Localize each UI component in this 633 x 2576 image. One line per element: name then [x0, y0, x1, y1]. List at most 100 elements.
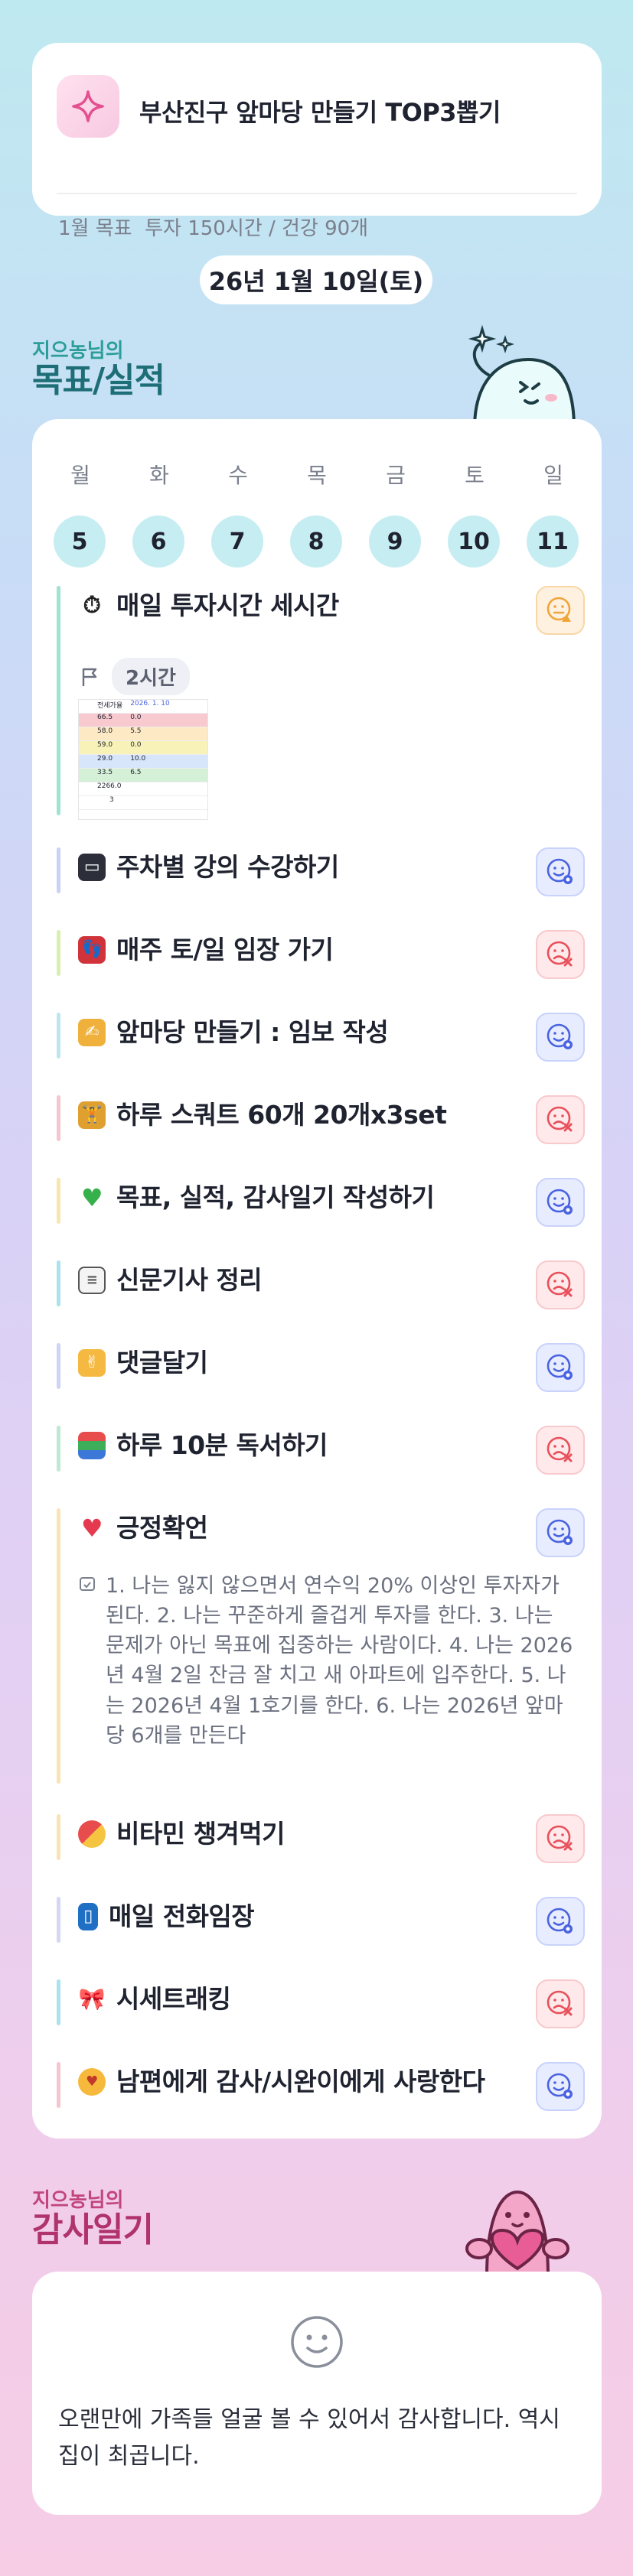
- smile-face-icon: [547, 1908, 573, 1934]
- newspaper-icon: ≡: [78, 1267, 106, 1294]
- task-item[interactable]: ⏱ 매일 투자시간 세시간 2시간 전세가율 2026. 1. 10 66.5 0.…: [57, 586, 585, 820]
- task-item[interactable]: 비타민 챙겨먹기: [57, 1814, 585, 1863]
- task-item[interactable]: ≡ 신문기사 정리: [57, 1260, 585, 1309]
- status-fail-button[interactable]: [536, 930, 585, 979]
- laptop-icon: ▭: [78, 854, 106, 881]
- task-item[interactable]: 하루 10분 독서하기: [57, 1426, 585, 1475]
- task-item[interactable]: 👣 매주 토/일 임장 가기: [57, 930, 585, 979]
- status-done-button[interactable]: [536, 2062, 585, 2111]
- task-label: 긍정확언: [116, 1513, 208, 1543]
- smile-face-icon: [547, 858, 573, 884]
- writing-hand-icon: ✍: [78, 1019, 106, 1046]
- sparkle-icon: [57, 75, 119, 138]
- task-item[interactable]: ▯ 매일 전화임장: [57, 1897, 585, 1946]
- status-fail-button[interactable]: [536, 1426, 585, 1475]
- smile-face-icon: [547, 1189, 573, 1215]
- task-label: 댓글달기: [116, 1348, 208, 1377]
- smile-face-icon: [547, 1519, 573, 1545]
- task-label-wrap: 🎀 시세트래킹: [78, 1979, 231, 2019]
- gratitude-text: 오랜만에 가족들 얼굴 볼 수 있어서 감사합니다. 역시 집이 최곱니다.: [58, 2406, 560, 2470]
- day-sun[interactable]: 일 11: [527, 459, 580, 568]
- sad-face-icon: [547, 1271, 573, 1297]
- task-bar: [57, 586, 60, 815]
- task-item[interactable]: 🏋 하루 스쿼트 60개 20개x3set: [57, 1095, 585, 1144]
- thumb-cell: 전세가율: [97, 702, 123, 710]
- status-done-button[interactable]: [536, 1013, 585, 1062]
- sad-face-icon: [547, 1436, 573, 1462]
- status-done-button[interactable]: [536, 1178, 585, 1227]
- task-item[interactable]: ♥ 남편에게 감사/시완이에게 사랑한다: [57, 2062, 585, 2111]
- weekday-label: 토: [465, 463, 485, 488]
- status-done-button[interactable]: [536, 1897, 585, 1946]
- weekday-label: 수: [228, 463, 248, 488]
- day-tue[interactable]: 화6: [132, 459, 186, 568]
- weekday-label: 화: [149, 463, 169, 488]
- pill-icon: [78, 1820, 106, 1848]
- monthly-goal-value: 투자 150시간 / 건강 90개: [145, 217, 369, 240]
- task-item[interactable]: ♥ 목표, 실적, 감사일기 작성하기: [57, 1178, 585, 1227]
- day-mon[interactable]: 월5: [54, 459, 107, 568]
- sad-face-icon: [547, 1825, 573, 1851]
- gratitude-owner: 지으농님의: [32, 2189, 124, 2212]
- gratitude-section-title: 지으농님의 감사일기: [32, 2184, 154, 2249]
- day-thu[interactable]: 목8: [290, 459, 344, 568]
- goals-title: 목표/실적: [32, 361, 165, 400]
- task-label: 비타민 챙겨먹기: [116, 1819, 286, 1849]
- squat-icon: 🏋: [78, 1101, 106, 1129]
- status-partial-button[interactable]: [536, 586, 585, 635]
- gratitude-card: 오랜만에 가족들 얼굴 볼 수 있어서 감사합니다. 역시 집이 최곱니다.: [32, 2272, 602, 2515]
- task-bar: [57, 847, 60, 893]
- weekday-label: 목: [307, 463, 327, 488]
- thumb-cell: 66.5: [97, 714, 113, 721]
- date-pill[interactable]: 26년 1월 10일(토): [200, 255, 432, 304]
- thumb-cell: 29.0: [97, 755, 113, 763]
- status-done-button[interactable]: [536, 847, 585, 896]
- task-item[interactable]: ♥ 긍정확언 1. 나는 잃지 않으면서 연수익 20% 이상인 투자자가 된다.…: [57, 1508, 585, 1784]
- red-heart-icon: ♥: [80, 1514, 103, 1543]
- footprints-icon: 👣: [78, 936, 106, 964]
- goals-section-title: 지으농님의 목표/실적: [32, 335, 165, 398]
- status-fail-button[interactable]: [536, 1095, 585, 1144]
- task-label: 매주 토/일 임장 가기: [116, 935, 334, 964]
- status-done-button[interactable]: [536, 1508, 585, 1557]
- task-bar: [57, 1178, 60, 1224]
- status-fail-button[interactable]: [536, 1979, 585, 2028]
- thumb-cell: 33.5: [97, 769, 113, 776]
- task-item[interactable]: ✌ 댓글달기: [57, 1343, 585, 1392]
- day-sat[interactable]: 토 10: [448, 459, 501, 568]
- thumb-cell: 3: [109, 796, 114, 804]
- status-fail-button[interactable]: [536, 1260, 585, 1309]
- task-label: 앞마당 만들기 : 임보 작성: [116, 1017, 389, 1047]
- day-wed[interactable]: 수7: [211, 459, 265, 568]
- thumb-cell: 6.5: [130, 769, 142, 776]
- day-number: 5: [54, 516, 106, 568]
- task-bar: [57, 1260, 60, 1306]
- task-item[interactable]: ✍ 앞마당 만들기 : 임보 작성: [57, 1013, 585, 1062]
- day-number: 8: [290, 516, 342, 568]
- status-fail-button[interactable]: [536, 1814, 585, 1863]
- task-item[interactable]: ▭ 주차별 강의 수강하기: [57, 847, 585, 896]
- task-label: 하루 스쿼트 60개 20개x3set: [116, 1100, 447, 1130]
- task-bar: [57, 1508, 60, 1784]
- gratitude-title: 감사일기: [32, 2210, 154, 2249]
- sad-face-icon: [547, 941, 573, 967]
- task-bar: [57, 1897, 60, 1943]
- task-bar: [57, 1814, 60, 1860]
- hand-icon: ✌: [78, 1349, 106, 1377]
- task-label-wrap: ♥ 목표, 실적, 감사일기 작성하기: [78, 1178, 435, 1218]
- task-label: 신문기사 정리: [116, 1265, 263, 1295]
- status-done-button[interactable]: [536, 1343, 585, 1392]
- goals-card: 월5 화6 수7 목8 금9 토 10 일 11 ⏱ 매일 투자시간 세시간 2시간…: [32, 419, 602, 2139]
- goal-header-card: 부산진구 앞마당 만들기 TOP3뽑기 1월 목표 투자 150시간 / 건강 …: [32, 43, 602, 240]
- weekday-label: 일: [543, 463, 563, 488]
- attachment-thumbnail[interactable]: 전세가율 2026. 1. 10 66.5 0.0 58.0 5.5 59.0 0.0 …: [78, 699, 208, 820]
- day-fri[interactable]: 금9: [369, 459, 423, 568]
- task-note-text: 1. 나는 잃지 않으면서 연수익 20% 이상인 투자자가 된다. 2. 나는…: [106, 1574, 573, 1748]
- task-label: 시세트래킹: [116, 1984, 231, 2014]
- task-label-wrap: 🏋 하루 스쿼트 60개 20개x3set: [78, 1095, 447, 1135]
- thumb-cell: 10.0: [130, 755, 146, 763]
- sad-face-icon: [547, 1106, 573, 1132]
- thumb-cell: 0.0: [130, 741, 142, 749]
- divider: [57, 193, 577, 194]
- task-item[interactable]: 🎀 시세트래킹: [57, 1979, 585, 2028]
